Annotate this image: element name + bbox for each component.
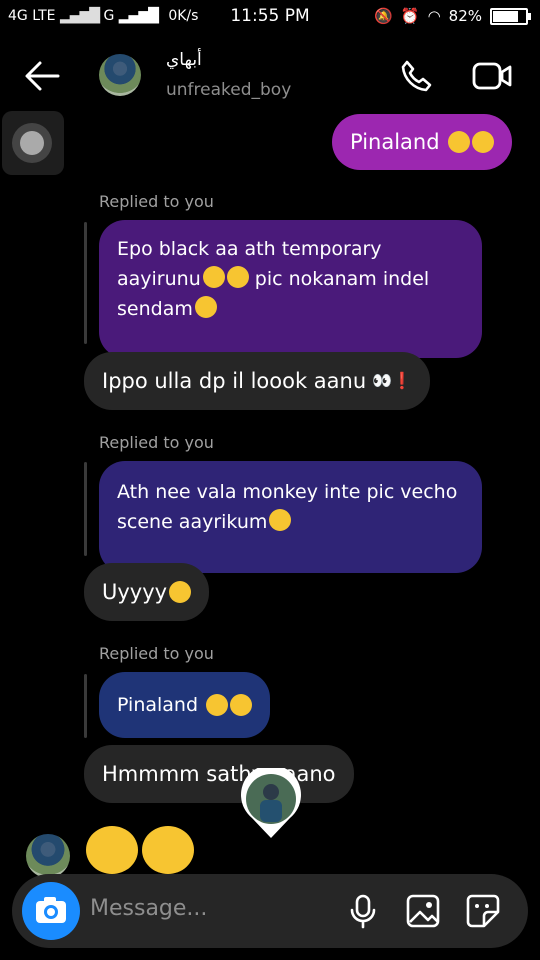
grin-emoji-icon (86, 826, 138, 874)
reply-line (84, 674, 87, 738)
status-bar: 4G LTE ▂▄▆█ G ▂▄▆█ 0K/s 11:55 PM 🔕 ⏰ ◠ 8… (0, 0, 540, 34)
grin-emoji-icon (447, 131, 470, 153)
battery-fill (493, 10, 518, 22)
sticker-icon[interactable] (464, 892, 502, 930)
yum-emoji-icon (226, 266, 249, 288)
avatar[interactable] (99, 54, 141, 96)
message-composer: Message... (12, 874, 528, 948)
message-input[interactable]: Message... (90, 896, 207, 921)
received-message[interactable]: Hmmmm sathya aano (84, 745, 354, 803)
microphone-icon[interactable] (344, 892, 382, 930)
seen-avatar-pin (238, 764, 304, 840)
quoted-message[interactable]: Epo black aa ath temporary aayirunu pic … (99, 220, 482, 358)
camera-button[interactable] (22, 882, 80, 940)
contact-username[interactable]: unfreaked_boy (166, 80, 291, 100)
sender-avatar[interactable] (26, 834, 70, 878)
grin-emoji-icon (169, 581, 192, 603)
gallery-icon[interactable] (404, 892, 442, 930)
phone-icon[interactable] (398, 58, 434, 94)
grin-emoji-icon (142, 826, 194, 874)
rofl-emoji-icon (202, 266, 225, 288)
battery-icon (490, 7, 531, 25)
chat-header: أبهاي unfreaked_boy (0, 40, 540, 112)
battery-percent: 82% (448, 7, 482, 25)
quoted-message[interactable]: Ath nee vala monkey inte pic vecho scene… (99, 461, 482, 573)
emoji-message[interactable] (84, 826, 196, 874)
received-message[interactable]: Ippo ulla dp il loook aanu 👀❗ (84, 352, 430, 410)
replied-label: Replied to you (99, 644, 214, 663)
contact-name[interactable]: أبهاي (166, 50, 202, 70)
rofl-emoji-icon (230, 694, 253, 716)
rofl-emoji-icon (471, 131, 494, 153)
wifi-icon: ◠ (427, 7, 441, 25)
replied-label: Replied to you (99, 192, 214, 211)
reply-line (84, 222, 87, 344)
eyes-exclaim-icon: 👀❗ (372, 371, 412, 390)
received-message[interactable]: Uyyyy (84, 563, 210, 621)
quoted-message[interactable]: Pinaland (99, 672, 271, 738)
mute-icon: 🔕 (374, 7, 393, 25)
grin-emoji-icon (194, 296, 217, 318)
replied-label: Replied to you (99, 433, 214, 452)
back-arrow-icon[interactable] (22, 58, 62, 94)
reply-line (84, 462, 87, 556)
video-call-icon[interactable] (472, 60, 512, 92)
alarm-icon: ⏰ (400, 7, 420, 25)
camera-icon (36, 897, 66, 923)
grin-emoji-icon (206, 694, 229, 716)
floating-bubble-button[interactable] (2, 111, 64, 175)
sent-message[interactable]: Pinaland (332, 114, 512, 170)
rofl-emoji-icon (269, 509, 292, 531)
